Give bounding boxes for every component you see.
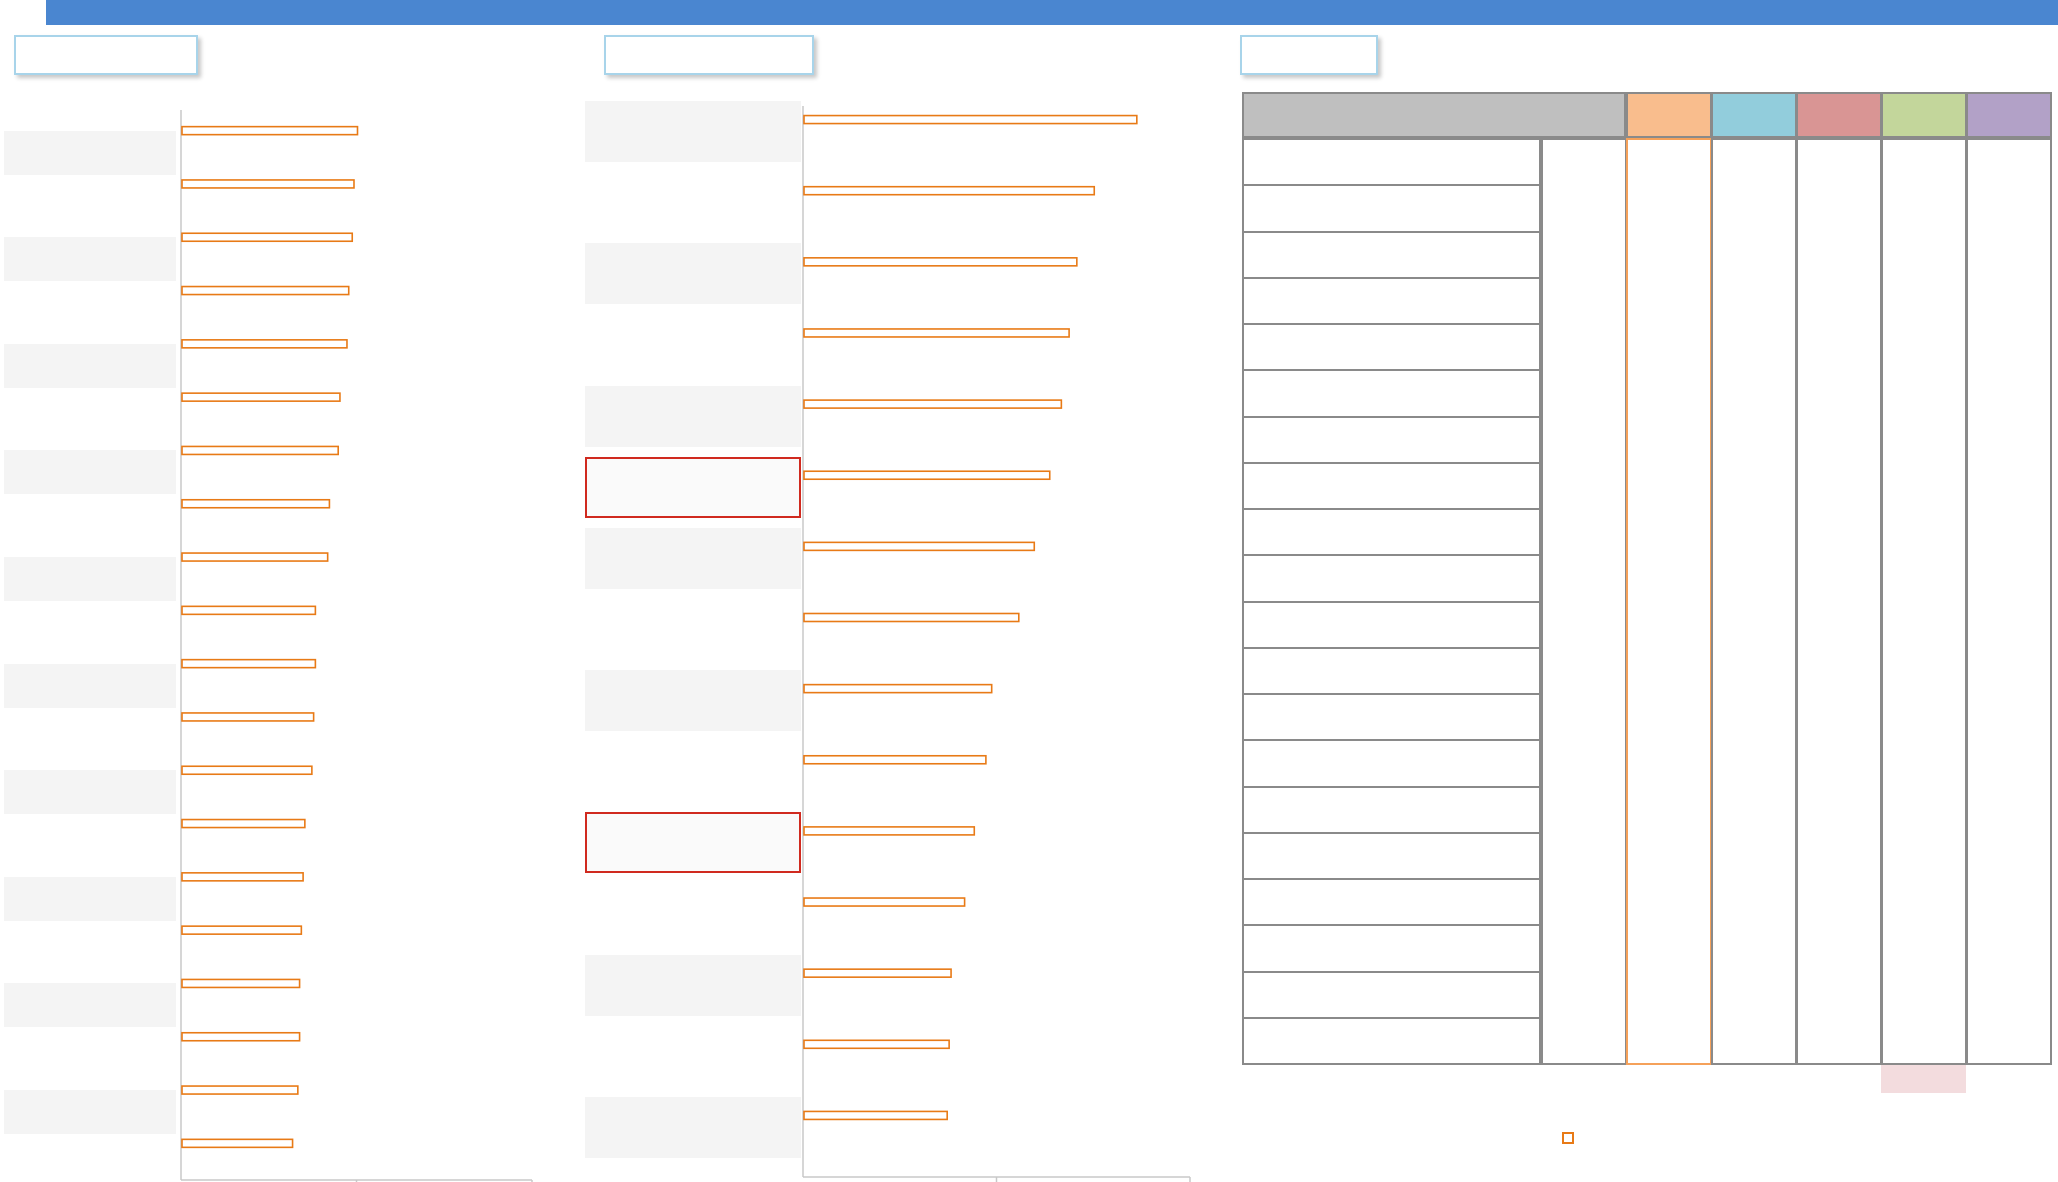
legend-marker bbox=[1562, 1132, 1574, 1144]
matrix-row-label bbox=[1242, 785, 1541, 834]
matrix-row-label bbox=[1242, 415, 1541, 464]
matrix-row-label bbox=[1242, 184, 1541, 233]
matrix-header-color-3 bbox=[1881, 92, 1967, 138]
matrix-row-label bbox=[1242, 831, 1541, 880]
bar bbox=[803, 612, 1020, 623]
bar bbox=[803, 257, 1078, 267]
matrix-row-label bbox=[1242, 1016, 1541, 1065]
matrix-row-label bbox=[1242, 230, 1541, 279]
matrix-value-column-2 bbox=[1796, 138, 1882, 1065]
bar bbox=[803, 114, 1138, 125]
matrix-row-label bbox=[1242, 138, 1541, 187]
matrix-footer-swatch bbox=[1881, 1065, 1966, 1093]
matrix-row-label bbox=[1242, 970, 1541, 1019]
bar bbox=[803, 826, 976, 836]
bar bbox=[803, 399, 1063, 409]
matrix-header-label bbox=[1242, 92, 1626, 138]
bar bbox=[803, 897, 966, 907]
matrix-value-column-0 bbox=[1626, 138, 1712, 1065]
bar bbox=[803, 1110, 948, 1121]
bar bbox=[803, 968, 952, 978]
matrix-row-label bbox=[1242, 924, 1541, 973]
bar bbox=[803, 470, 1051, 481]
matrix-middle-column bbox=[1541, 138, 1627, 1065]
matrix-row-label bbox=[1242, 878, 1541, 927]
matrix-row-label bbox=[1242, 554, 1541, 603]
bar bbox=[803, 754, 987, 765]
matrix-value-column-3 bbox=[1881, 138, 1967, 1065]
matrix-row-label bbox=[1242, 693, 1541, 742]
matrix-row-label bbox=[1242, 461, 1541, 510]
matrix-header-color-2 bbox=[1796, 92, 1882, 138]
matrix-row-label bbox=[1242, 739, 1541, 788]
matrix-row-label bbox=[1242, 369, 1541, 418]
bar bbox=[803, 1039, 950, 1050]
bar bbox=[803, 541, 1036, 552]
matrix-row-label bbox=[1242, 276, 1541, 325]
matrix-row-label bbox=[1242, 323, 1541, 372]
matrix-header-color-4 bbox=[1966, 92, 2052, 138]
bar bbox=[803, 683, 993, 694]
matrix-row-label bbox=[1242, 508, 1541, 557]
matrix-row-label bbox=[1242, 646, 1541, 695]
matrix-value-column-4 bbox=[1966, 138, 2052, 1065]
matrix-value-column-1 bbox=[1711, 138, 1797, 1065]
matrix-header-color-1 bbox=[1711, 92, 1797, 138]
bar bbox=[803, 328, 1070, 338]
bar bbox=[803, 185, 1096, 196]
matrix-row-label bbox=[1242, 600, 1541, 649]
matrix-header-color-0 bbox=[1626, 92, 1712, 138]
